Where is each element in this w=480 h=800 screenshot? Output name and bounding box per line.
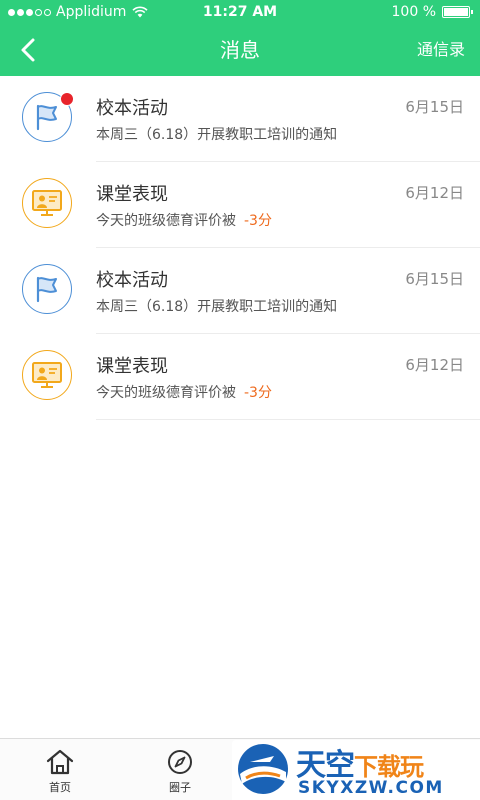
message-preview: 本周三（6.18）开展教职工培训的通知	[96, 296, 337, 316]
message-preview: 本周三（6.18）开展教职工培训的通知	[96, 124, 337, 144]
message-title: 课堂表现	[96, 356, 168, 377]
message-preview: 今天的班级德育评价被 -3分	[96, 210, 272, 230]
header: Applidium 11:27 AM 100 % 消息 通信录	[0, 0, 480, 76]
divider	[96, 419, 480, 420]
watermark: 天空下载玩 SKYXZW.COM	[232, 740, 480, 800]
message-preview-text: 本周三（6.18）开展教职工培训的通知	[96, 127, 338, 143]
message-date: 6月12日	[405, 356, 464, 374]
classroom-icon	[32, 362, 62, 388]
nav-bar: 消息 通信录	[0, 24, 480, 76]
message-avatar	[22, 178, 72, 228]
tab-home[interactable]: 首页	[30, 747, 90, 795]
page-title: 消息	[220, 38, 260, 62]
message-preview-text: 今天的班级德育评价被	[96, 213, 236, 229]
message-item[interactable]: 校本活动 6月15日 本周三（6.18）开展教职工培训的通知	[0, 76, 480, 162]
flag-icon	[36, 104, 57, 131]
message-preview-text: 今天的班级德育评价被	[96, 385, 236, 401]
classroom-icon	[32, 190, 62, 216]
compass-icon	[168, 750, 192, 774]
status-right: 100 %	[391, 0, 473, 24]
contacts-button[interactable]: 通信录	[417, 24, 465, 76]
message-title: 校本活动	[96, 270, 168, 291]
status-bar: Applidium 11:27 AM 100 %	[0, 0, 480, 24]
message-date: 6月15日	[405, 98, 464, 116]
tab-label: 首页	[49, 781, 71, 794]
battery-icon	[442, 6, 473, 18]
message-title: 校本活动	[96, 98, 168, 119]
message-item[interactable]: 校本活动 6月15日 本周三（6.18）开展教职工培训的通知	[0, 248, 480, 334]
score-change: -3分	[244, 213, 272, 229]
message-item[interactable]: 课堂表现 6月12日 今天的班级德育评价被 -3分	[0, 162, 480, 248]
message-avatar	[22, 264, 72, 314]
score-change: -3分	[244, 385, 272, 401]
unread-badge	[60, 92, 74, 106]
watermark-url: SKYXZW.COM	[298, 778, 444, 798]
battery-percent: 100 %	[391, 4, 436, 20]
message-item[interactable]: 课堂表现 6月12日 今天的班级德育评价被 -3分	[0, 334, 480, 420]
message-preview-text: 本周三（6.18）开展教职工培训的通知	[96, 299, 338, 315]
watermark-logo-icon	[238, 744, 288, 794]
message-date: 6月15日	[405, 270, 464, 288]
message-avatar	[22, 350, 72, 400]
flag-icon	[36, 276, 57, 303]
message-preview: 今天的班级德育评价被 -3分	[96, 382, 272, 402]
home-icon	[46, 749, 74, 775]
tab-label: 圈子	[169, 781, 191, 794]
tab-circle[interactable]: 圈子	[150, 747, 210, 795]
message-list: 校本活动 6月15日 本周三（6.18）开展教职工培训的通知 课堂表现 6月12…	[0, 76, 480, 420]
watermark-text-accent: 下载玩	[354, 753, 424, 781]
message-title: 课堂表现	[96, 184, 168, 205]
message-date: 6月12日	[405, 184, 464, 202]
